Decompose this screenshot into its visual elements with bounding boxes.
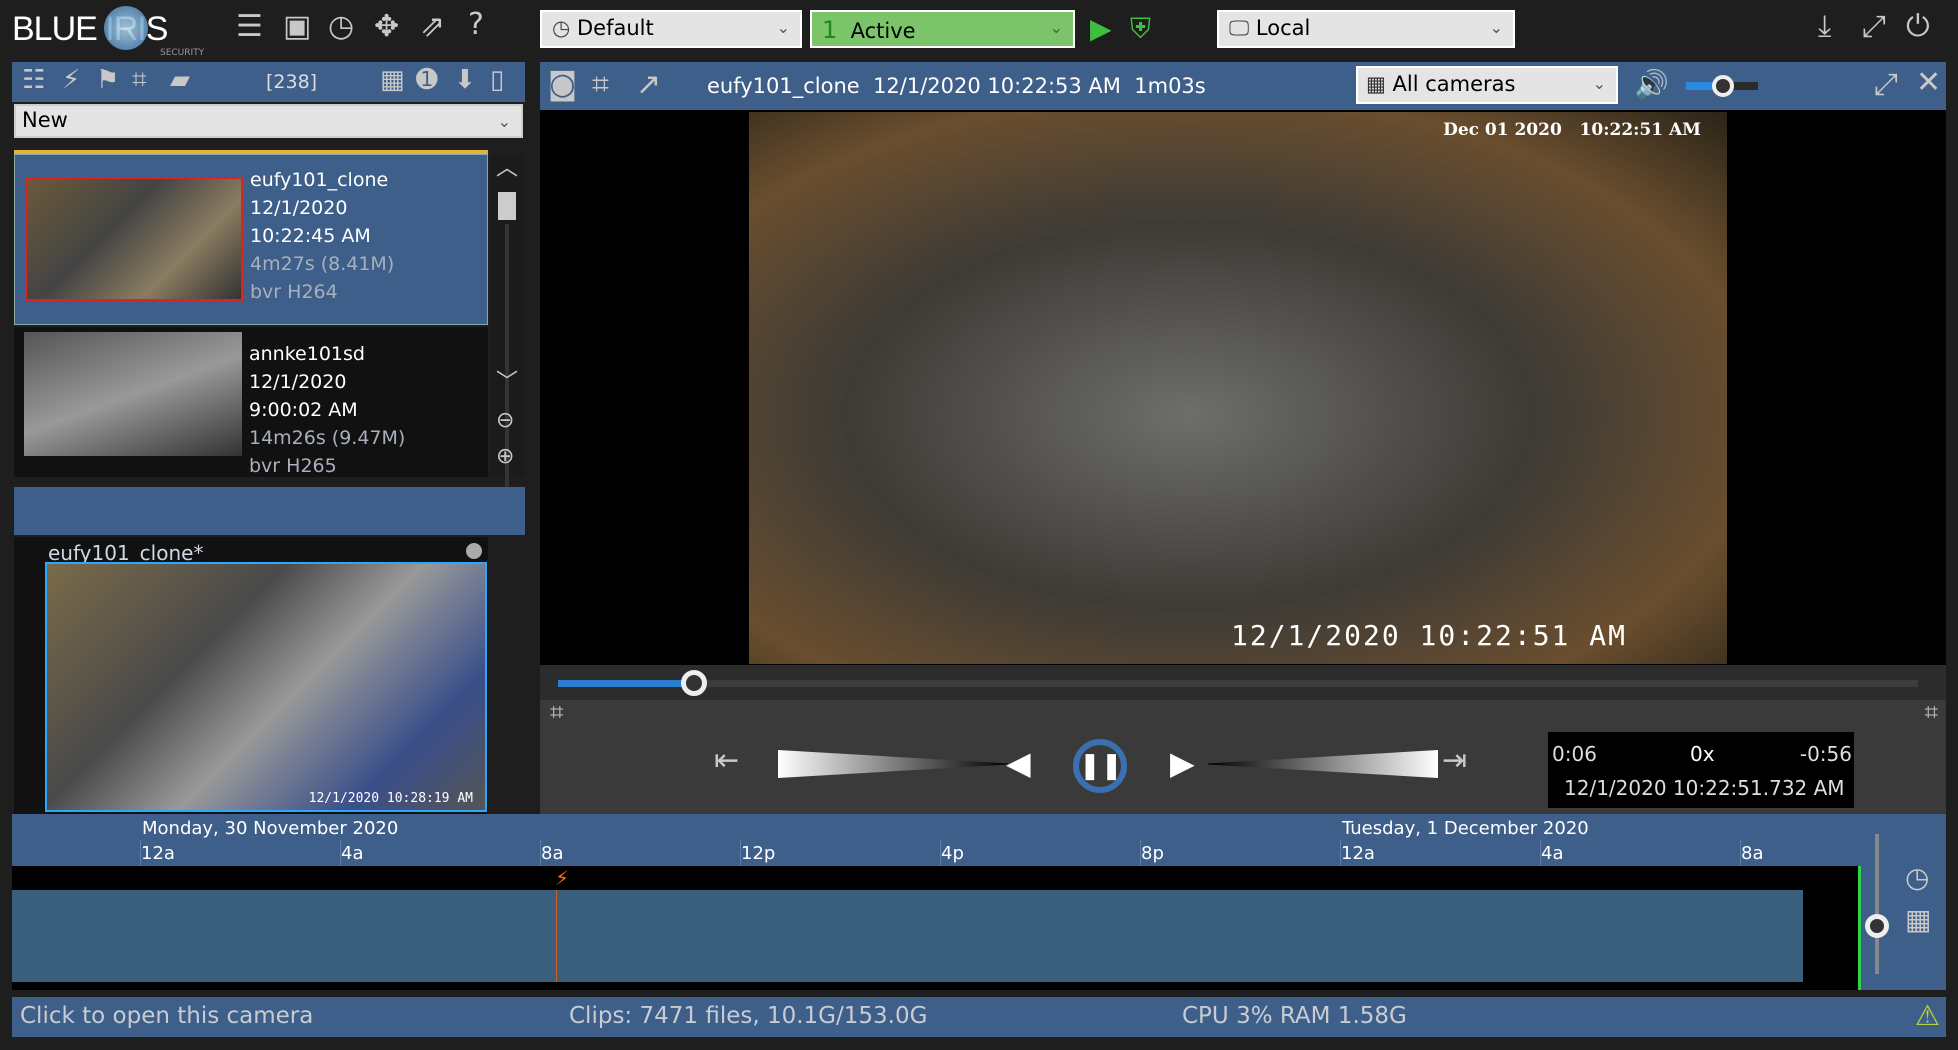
video-area[interactable]: Dec 01 2020 10:22:51 AM 12/1/2020 10:22:… [540,110,1946,665]
volume-slider[interactable] [1686,75,1758,97]
clip-toolbar: ☷ ⚡ ⚑ ⌗ ▰ [238] ▦ ➊ ⬇ ▯ [12,62,525,102]
timeline-tick-label: 4p [941,843,964,864]
seek-bar[interactable] [540,665,1946,700]
timeline-tick-label: 8p [1141,843,1164,864]
database-icon[interactable]: ☷ [22,67,45,93]
zoom-in-icon[interactable]: ⊕ [496,446,514,468]
timeline-gridline [340,840,341,866]
step-forward-icon[interactable]: ▶ [1170,744,1195,782]
camera-group-select[interactable]: ▦ All cameras ⌄ [1356,66,1618,104]
expand-icon[interactable]: ⤢ [1874,70,1898,100]
monitor-icon: 🖵 [1229,16,1256,40]
one-icon[interactable]: ➊ [416,67,438,93]
clock-icon[interactable]: ◷ [1905,864,1929,892]
map-icon[interactable]: ▯ [490,67,504,93]
status-dot [466,543,482,559]
crop-icon[interactable]: ⌗ [132,67,147,93]
alert-marker[interactable]: ⚡ [555,866,569,890]
crop-icon[interactable]: ⌗ [592,70,609,100]
jump-start-icon[interactable]: ⇤ [714,746,739,776]
calendar-icon[interactable]: ▦ [1905,906,1931,934]
timeline-zoom-slider[interactable] [1865,834,1889,974]
connection-select[interactable]: 🖵 Local ⌄ [1217,10,1515,48]
flag-icon[interactable]: ⚑ [96,67,119,93]
power-icon[interactable]: ⏻ [1906,12,1930,42]
download-icon[interactable]: ⤓ [1818,12,1831,42]
controls-panel: ⌗ ⌗ ⇤ ◀ ❚❚ ▶ ⇥ 0:06 0x -0:56 12/1/2020 1… [540,700,1946,814]
trim-start-icon[interactable]: ⌗ [550,700,564,724]
viewer-header: ◙ ⌗ ↗ eufy101_clone 12/1/2020 10:22:53 A… [540,62,1946,110]
timeline-gridline [1740,840,1741,866]
pause-button[interactable]: ❚❚ [1073,739,1127,793]
play-icon[interactable]: ▶ [1090,12,1112,45]
preview-header-bar [14,487,525,535]
camera-icon[interactable]: ◙ [548,70,577,100]
status-bar: Click to open this camera Clips: 7471 fi… [12,997,1946,1037]
clip-list-item[interactable]: annke101sd 12/1/2020 9:00:02 AM 14m26s (… [14,327,488,477]
timeline-tick-label: 12p [741,843,776,864]
warning-icon[interactable]: ⚠ [1915,999,1940,1032]
clock-icon: ◷ [552,16,577,40]
clip-list-item[interactable]: eufy101_clone 12/1/2020 10:22:45 AM 4m27… [14,154,488,325]
timeline-tick-label: 8a [1741,843,1764,864]
chart-icon[interactable]: ⇗ [420,12,445,42]
close-icon[interactable]: ✕ [1916,68,1941,98]
clip-thumbnail [24,332,242,456]
timeline-tick-label: 12a [1341,843,1375,864]
clips-icon[interactable]: ▣ [283,12,311,42]
camera-preview[interactable]: eufy101_clone* 12/1/2020 10:28:19 AM [14,537,488,814]
list-icon[interactable]: ☰ [236,12,263,42]
alert-icon[interactable]: ⚡ [62,67,80,93]
scroll-down-icon[interactable]: ﹀ [496,372,518,394]
timeline-gridline [1340,840,1341,866]
folder-icon[interactable]: ▰ [170,67,190,93]
timeline-gridline [940,840,941,866]
clip-list-scrollbar[interactable]: ︿ ﹀ ⊖ ⊕ [490,154,525,514]
fullscreen-icon[interactable]: ⤢ [1862,12,1886,42]
seek-thumb[interactable] [681,670,707,696]
shield-icon[interactable]: ⛨ [1130,12,1151,46]
profile-select[interactable]: ◷ Default ⌄ [540,10,802,48]
grid-icon: ▦ [1366,72,1393,96]
down-arrow-icon[interactable]: ⬇ [454,67,476,93]
clock-icon[interactable]: ◷ [328,12,354,42]
timeline-gridline [540,840,541,866]
filter-select[interactable]: New ⌄ [14,104,523,138]
playback-info: 0:06 0x -0:56 12/1/2020 10:22:51.732 AM [1548,732,1854,808]
rewind-speed-slider[interactable] [778,750,1008,778]
jump-end-icon[interactable]: ⇥ [1442,746,1467,776]
scroll-up-icon[interactable]: ︿ [496,158,518,180]
help-icon[interactable]: ? [468,10,484,40]
volume-icon[interactable]: 🔊 [1634,68,1669,101]
timeline-tick-label: 4a [341,843,364,864]
move-icon[interactable]: ✥ [374,12,399,42]
timeline-gridline [740,840,741,866]
step-back-icon[interactable]: ◀ [1006,744,1031,782]
clip-thumbnail [25,177,243,301]
trim-end-icon[interactable]: ⌗ [1924,700,1938,724]
preview-image: 12/1/2020 10:28:19 AM [45,562,487,812]
external-link-icon[interactable]: ↗ [636,70,661,100]
video-frame: Dec 01 2020 10:22:51 AM 12/1/2020 10:22:… [749,112,1727,664]
scroll-thumb[interactable] [498,192,516,220]
timeline-gridline [1540,840,1541,866]
timeline-tick-label: 12a [141,843,175,864]
timeline-gridline [140,840,141,866]
logo: BLUE IRIS SECURITY [12,4,204,58]
zoom-out-icon[interactable]: ⊖ [496,410,514,432]
timeline-gridline [1140,840,1141,866]
schedule-select[interactable]: 1 Active ⌄ [810,10,1075,48]
calendar-icon[interactable]: ▦ [380,67,405,93]
timeline-tick-label: 4a [1541,843,1564,864]
recording-bar[interactable] [12,890,1803,982]
timeline-side: ◷ ▦ [1861,814,1946,990]
timeline-tick-label: 8a [541,843,564,864]
forward-speed-slider[interactable] [1208,750,1438,778]
